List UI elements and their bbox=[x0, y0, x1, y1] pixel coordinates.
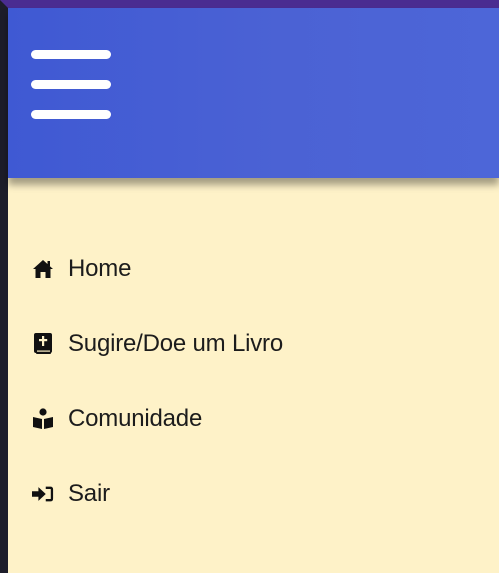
menu-item-label: Sugire/Doe um Livro bbox=[68, 330, 283, 357]
menu-item-label: Home bbox=[68, 255, 132, 282]
menu-item-community[interactable]: Comunidade bbox=[32, 403, 202, 435]
hamburger-menu-icon[interactable] bbox=[31, 50, 111, 119]
sign-in-icon bbox=[32, 483, 54, 505]
home-icon bbox=[32, 258, 54, 280]
menu-item-home[interactable]: Home bbox=[32, 253, 131, 285]
menu-item-label: Comunidade bbox=[68, 405, 203, 432]
menu-item-logout[interactable]: Sair bbox=[32, 478, 110, 510]
menu-item-suggest-book[interactable]: Sugire/Doe um Livro bbox=[32, 328, 283, 360]
book-icon bbox=[32, 333, 54, 355]
menu-item-label: Sair bbox=[68, 480, 110, 507]
top-bar bbox=[8, 8, 499, 178]
app-window: Home Sugire/Doe um Livro Comunidade Sair bbox=[0, 0, 499, 573]
reading-person-icon bbox=[32, 408, 54, 430]
